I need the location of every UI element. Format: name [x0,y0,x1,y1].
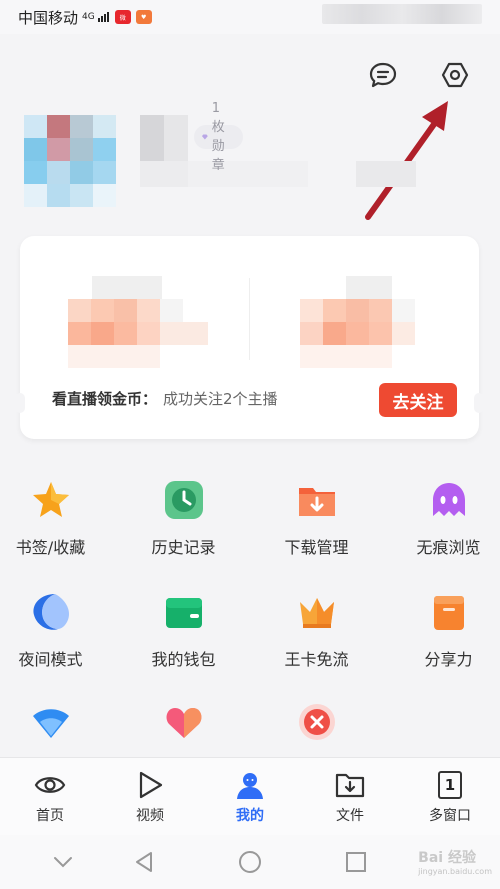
user-icon [237,773,263,799]
feature-label: 下载管理 [284,538,349,557]
ghost-icon [429,480,469,520]
feature-downloads[interactable]: 下载管理 [254,480,379,558]
tab-home[interactable]: 首页 [0,758,100,835]
coin-task-card: 看直播领金币： 成功关注2个主播 去关注 [15,236,484,439]
crown-icon [297,592,337,632]
download-folder-icon [297,480,337,520]
bottom-tabbar: 首页 视频 我的 文件 1 多窗口 [0,757,500,835]
tab-files[interactable]: 文件 [300,758,400,835]
feature-label: 夜间模式 [18,650,83,669]
wifi-icon [31,702,71,742]
tab-me[interactable]: 我的 [200,758,300,835]
coin-task-desc: 成功关注2个主播 [163,390,278,408]
card-divider [249,278,250,360]
network-type: 4G [82,12,95,22]
gem-icon [202,134,208,140]
feature-wifi[interactable] [0,702,113,756]
medal-badge[interactable]: 1枚 勋章 [194,101,243,173]
home-icon[interactable] [237,849,263,875]
coin-task-text: 看直播领金币： 成功关注2个主播 [52,388,278,409]
feature-label: 分享力 [424,650,473,669]
stat-right-blurred[interactable] [300,276,420,368]
message-icon[interactable] [366,58,400,92]
play-icon [139,771,163,799]
watermark-url: jingyan.baidu.com [418,867,492,876]
feature-history[interactable]: 历史记录 [121,480,246,558]
weibo-icon: 微 [114,10,131,24]
tab-label: 视频 [136,808,164,824]
watermark-text: Bai 经验 [418,850,476,866]
system-nav-bar: Bai 经验 jingyan.baidu.com [0,835,500,889]
tab-windows[interactable]: 1 多窗口 [400,758,500,835]
back-icon[interactable] [131,849,157,875]
avatar[interactable] [24,115,116,207]
wallet-icon [164,592,204,632]
feature-label: 书签/收藏 [15,538,86,557]
feature-incognito[interactable]: 无痕浏览 [386,480,500,558]
feature-favorites[interactable] [121,702,246,756]
feature-share[interactable]: 分享力 [386,592,500,670]
feature-night-mode[interactable]: 夜间模式 [0,592,113,670]
signal-icon: 4G [82,12,109,22]
star-icon [31,480,71,520]
eye-icon [34,777,66,793]
stat-left-blurred[interactable] [68,276,208,368]
tab-label: 文件 [336,808,364,824]
close-circle-icon [297,702,337,742]
baidu-watermark: Bai 经验 jingyan.baidu.com [418,847,492,876]
red-arrow-annotation [365,101,448,220]
tab-label: 首页 [36,808,64,824]
tab-label: 我的 [236,808,264,824]
file-download-icon [335,773,365,798]
feature-wallet[interactable]: 我的钱包 [121,592,246,670]
card-notch-left [15,393,25,413]
settings-icon[interactable] [438,58,472,92]
chevron-down-icon[interactable] [50,849,76,875]
coin-task-title: 看直播领金币： [52,390,158,408]
clock-icon [164,480,204,520]
feature-label: 我的钱包 [151,650,216,669]
gift-icon [429,592,469,632]
follow-button[interactable]: 去关注 [379,383,457,417]
feature-bookmarks[interactable]: 书签/收藏 [0,480,113,558]
moon-icon [31,592,71,632]
status-right-blurred [322,4,482,24]
feature-data-free[interactable]: 王卡免流 [254,592,379,670]
feature-label: 王卡免流 [284,650,349,669]
recents-icon[interactable] [343,849,369,875]
carrier-name: 中国移动 [18,8,79,27]
window-count: 1 [444,776,456,794]
tab-label: 多窗口 [429,808,471,824]
feature-label: 历史记录 [151,538,216,557]
feature-label: 无痕浏览 [416,538,481,557]
window-count-icon: 1 [438,771,462,799]
heart-icon [164,702,204,742]
header-actions [366,58,472,92]
notification-app-icon: ♥ [135,10,152,24]
medal-badge-text: 1枚 勋章 [211,101,225,173]
card-notch-right [474,393,484,413]
tab-video[interactable]: 视频 [100,758,200,835]
status-bar: 中国移动 4G 微 ♥ [0,0,500,34]
feature-block[interactable] [254,702,379,756]
